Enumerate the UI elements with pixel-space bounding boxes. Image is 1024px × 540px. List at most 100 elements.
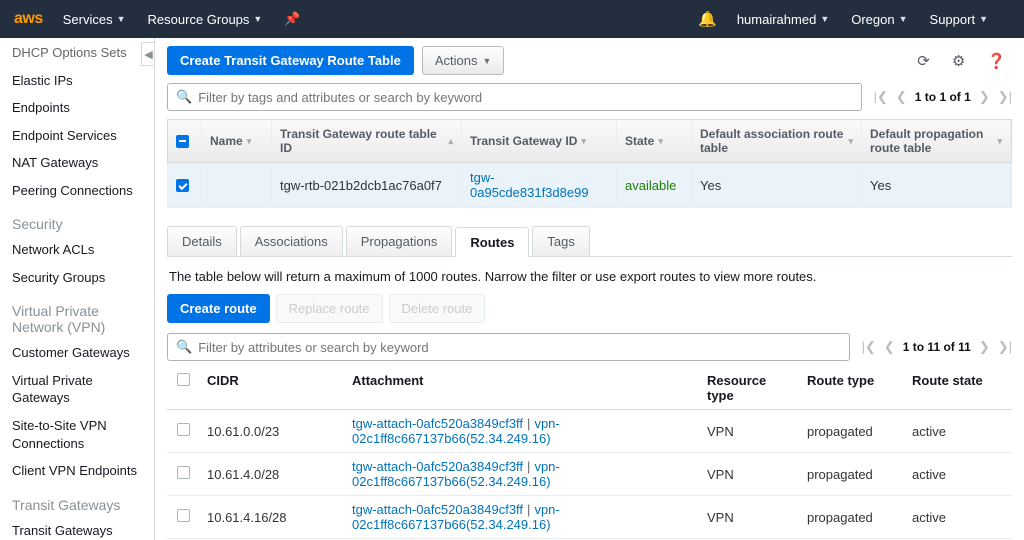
sidebar-collapse-icon[interactable]: ◀ xyxy=(141,42,155,66)
nav-region[interactable]: Oregon▼ xyxy=(851,12,907,27)
tgw-link[interactable]: tgw-0a95cde831f3d8e99 xyxy=(470,170,608,200)
tab-details[interactable]: Details xyxy=(167,226,237,256)
routes-header: CIDR Attachment Resource type Route type… xyxy=(167,367,1012,410)
chevron-down-icon: ▼ xyxy=(820,14,829,24)
search-icon: 🔍 xyxy=(176,89,192,105)
replace-route-button: Replace route xyxy=(276,294,383,323)
sidebar-item[interactable]: Peering Connections xyxy=(0,177,154,205)
routes-note: The table below will return a maximum of… xyxy=(167,257,1012,294)
sidebar: ◀ DHCP Options Sets Elastic IPsEndpoints… xyxy=(0,38,155,540)
route-type: propagated xyxy=(797,510,902,525)
attachment-link[interactable]: tgw-attach-0afc520a3849cf3ff xyxy=(352,459,523,474)
nav-services[interactable]: Services▼ xyxy=(63,12,126,27)
pager-last-icon[interactable]: ❯| xyxy=(998,89,1012,105)
sort-icon[interactable]: ▴ xyxy=(448,136,453,147)
sidebar-item[interactable]: Endpoint Services xyxy=(0,122,154,150)
attachment-link[interactable]: tgw-attach-0afc520a3849cf3ff xyxy=(352,416,523,431)
select-all-routes-checkbox[interactable] xyxy=(177,373,190,386)
pager-text: 1 to 11 of 11 xyxy=(903,340,971,354)
assoc-value: Yes xyxy=(692,163,862,207)
nav-resource-groups[interactable]: Resource Groups▼ xyxy=(148,12,263,27)
route-row[interactable]: 10.61.4.16/28tgw-attach-0afc520a3849cf3f… xyxy=(167,496,1012,539)
nav-support[interactable]: Support▼ xyxy=(930,12,988,27)
sidebar-item[interactable]: Security Groups xyxy=(0,264,154,292)
chevron-down-icon: ▼ xyxy=(117,14,126,24)
tab-propagations[interactable]: Propagations xyxy=(346,226,453,256)
sidebar-item[interactable]: Transit Gateways xyxy=(0,517,154,540)
aws-logo[interactable]: aws xyxy=(14,10,43,28)
sidebar-item[interactable]: Endpoints xyxy=(0,94,154,122)
actions-button[interactable]: Actions▼ xyxy=(422,46,505,75)
route-table-row[interactable]: tgw-rtb-021b2dcb1ac76a0f7 tgw-0a95cde831… xyxy=(167,163,1012,208)
pager-routes: |❮ ❮ 1 to 11 of 11 ❯ ❯| xyxy=(862,339,1012,355)
sidebar-item[interactable]: Client VPN Endpoints xyxy=(0,457,154,485)
sort-icon[interactable]: ▾ xyxy=(997,136,1002,147)
sidebar-item[interactable]: DHCP Options Sets xyxy=(0,44,154,67)
route-row[interactable]: 10.61.4.0/28tgw-attach-0afc520a3849cf3ff… xyxy=(167,453,1012,496)
chevron-down-icon: ▼ xyxy=(482,56,491,66)
bell-icon[interactable]: 🔔 xyxy=(698,10,717,28)
sidebar-item[interactable]: Network ACLs xyxy=(0,236,154,264)
sidebar-item[interactable]: Site-to-Site VPN Connections xyxy=(0,412,154,457)
nav-user[interactable]: humairahmed▼ xyxy=(737,12,829,27)
chevron-down-icon: ▼ xyxy=(253,14,262,24)
sidebar-item[interactable]: Customer Gateways xyxy=(0,339,154,367)
create-tgw-route-table-button[interactable]: Create Transit Gateway Route Table xyxy=(167,46,414,75)
route-resource-type: VPN xyxy=(697,467,797,482)
help-icon[interactable]: ❓ xyxy=(983,48,1010,74)
route-state: active xyxy=(902,510,1002,525)
route-table-header: Name▾ Transit Gateway route table ID▴ Tr… xyxy=(167,119,1012,163)
pager-first-icon[interactable]: |❮ xyxy=(862,339,876,355)
delete-route-button: Delete route xyxy=(389,294,486,323)
sidebar-item[interactable]: Virtual Private Gateways xyxy=(0,367,154,412)
sidebar-group-vpn: Virtual Private Network (VPN) xyxy=(0,291,154,339)
route-row[interactable]: 10.61.0.0/23tgw-attach-0afc520a3849cf3ff… xyxy=(167,410,1012,453)
route-checkbox[interactable] xyxy=(177,509,190,522)
detail-tabs: Details Associations Propagations Routes… xyxy=(167,226,1012,257)
gear-icon[interactable]: ⚙ xyxy=(948,48,969,74)
pager-first-icon[interactable]: |❮ xyxy=(874,89,888,105)
tab-tags[interactable]: Tags xyxy=(532,226,589,256)
route-table-id: tgw-rtb-021b2dcb1ac76a0f7 xyxy=(272,163,462,207)
sidebar-group-security: Security xyxy=(0,204,154,236)
sort-icon[interactable]: ▾ xyxy=(848,136,853,147)
pager-prev-icon[interactable]: ❮ xyxy=(884,339,895,355)
sidebar-item[interactable]: Elastic IPs xyxy=(0,67,154,95)
route-attachment: tgw-attach-0afc520a3849cf3ff|vpn-02c1ff8… xyxy=(342,502,697,532)
sidebar-group-tgw: Transit Gateways xyxy=(0,485,154,517)
refresh-icon[interactable]: ⟳ xyxy=(913,48,934,74)
row-checkbox[interactable] xyxy=(176,179,189,192)
tab-routes[interactable]: Routes xyxy=(455,227,529,257)
select-all-checkbox[interactable] xyxy=(176,135,189,148)
create-route-button[interactable]: Create route xyxy=(167,294,270,323)
filter-route-tables[interactable]: 🔍 xyxy=(167,83,862,111)
route-checkbox[interactable] xyxy=(177,466,190,479)
sort-icon[interactable]: ▾ xyxy=(658,136,663,147)
pager-last-icon[interactable]: ❯| xyxy=(998,339,1012,355)
top-nav: aws Services▼ Resource Groups▼ 📌 🔔 humai… xyxy=(0,0,1024,38)
pager-next-icon[interactable]: ❯ xyxy=(979,89,990,105)
sort-icon[interactable]: ▾ xyxy=(247,136,252,147)
filter-input[interactable] xyxy=(198,90,852,105)
route-attachment: tgw-attach-0afc520a3849cf3ff|vpn-02c1ff8… xyxy=(342,416,697,446)
filter-routes[interactable]: 🔍 xyxy=(167,333,850,361)
state-value: available xyxy=(617,163,692,207)
search-icon: 🔍 xyxy=(176,339,192,355)
route-checkbox[interactable] xyxy=(177,423,190,436)
sort-icon[interactable]: ▾ xyxy=(581,136,586,147)
route-cidr: 10.61.4.16/28 xyxy=(197,510,342,525)
chevron-down-icon: ▼ xyxy=(979,14,988,24)
route-state: active xyxy=(902,467,1002,482)
tab-associations[interactable]: Associations xyxy=(240,226,343,256)
attachment-link[interactable]: tgw-attach-0afc520a3849cf3ff xyxy=(352,502,523,517)
chevron-down-icon: ▼ xyxy=(899,14,908,24)
pager-text: 1 to 1 of 1 xyxy=(915,90,971,104)
route-attachment: tgw-attach-0afc520a3849cf3ff|vpn-02c1ff8… xyxy=(342,459,697,489)
pager-prev-icon[interactable]: ❮ xyxy=(896,89,907,105)
filter-routes-input[interactable] xyxy=(198,340,840,355)
pin-icon[interactable]: 📌 xyxy=(284,11,300,27)
sidebar-item[interactable]: NAT Gateways xyxy=(0,149,154,177)
pager-next-icon[interactable]: ❯ xyxy=(979,339,990,355)
route-resource-type: VPN xyxy=(697,510,797,525)
prop-value: Yes xyxy=(862,163,1011,207)
